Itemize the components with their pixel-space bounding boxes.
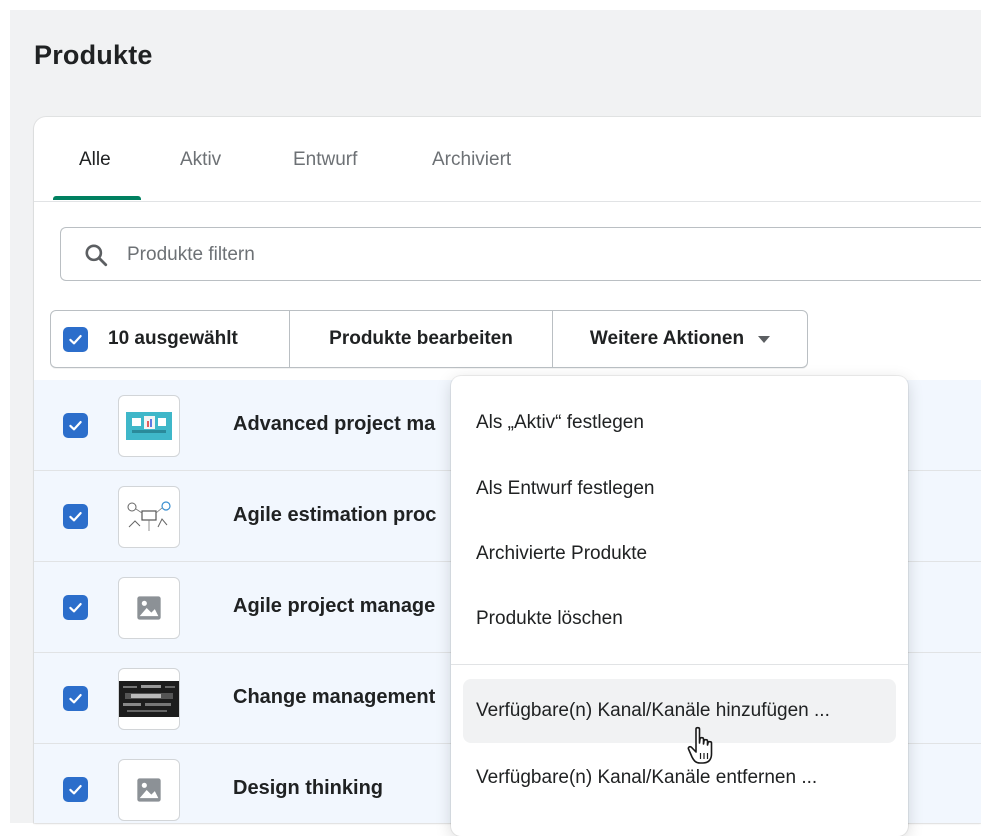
search-input[interactable] [125,228,929,282]
menu-item-set-draft[interactable]: Als Entwurf festlegen [463,457,896,521]
menu-item-delete[interactable]: Produkte löschen [463,587,896,651]
tab-entwurf[interactable]: Entwurf [293,149,357,171]
more-actions-menu: Als „Aktiv“ festlegen Als Entwurf festle… [451,376,908,836]
select-all-checkbox[interactable] [63,326,88,352]
edit-products-button[interactable]: Produkte bearbeiten [290,311,553,367]
checkmark-icon [69,511,82,522]
hand-pointer-cursor-icon [687,726,713,764]
menu-item-archive[interactable]: Archivierte Produkte [463,522,896,586]
tab-bar: Alle Aktiv Entwurf Archiviert [34,117,981,202]
active-tab-indicator [53,196,141,200]
word-cloud-thumbnail [118,668,180,730]
tab-aktiv[interactable]: Aktiv [180,149,221,171]
agile-sketch-thumbnail [118,486,180,548]
image-placeholder-thumbnail [118,759,180,821]
checkmark-icon [69,334,82,344]
search-field[interactable] [60,227,981,282]
more-actions-label: Weitere Aktionen [589,328,745,349]
dashboard-image-icon [126,412,172,440]
row-checkbox[interactable] [63,595,88,620]
word-cloud-icon [119,681,179,717]
product-title[interactable]: Advanced project ma [233,413,435,436]
select-all-toggle[interactable]: 10 ausgewählt [51,311,290,367]
search-icon [85,244,108,267]
checkmark-icon [69,784,82,795]
caret-down-icon [758,335,771,343]
dashboard-thumbnail [118,395,180,457]
page-title: Produkte [34,40,153,70]
image-placeholder-icon [137,596,161,620]
product-title[interactable]: Design thinking [233,777,383,800]
bulk-actions-bar: 10 ausgewählt Produkte bearbeiten Weiter… [50,310,808,368]
menu-item-remove-channels[interactable]: Verfügbare(n) Kanal/Kanäle entfernen ... [463,746,896,810]
row-checkbox[interactable] [63,777,88,802]
tab-archiviert[interactable]: Archiviert [432,149,511,171]
row-checkbox[interactable] [63,413,88,438]
row-checkbox[interactable] [63,504,88,529]
selected-count-label: 10 ausgewählt [108,328,238,349]
checkmark-icon [69,602,82,613]
tab-alle[interactable]: Alle [79,149,111,171]
menu-divider [451,664,908,665]
menu-item-set-active[interactable]: Als „Aktiv“ festlegen [463,391,896,455]
row-checkbox[interactable] [63,686,88,711]
product-title[interactable]: Agile project manage [233,595,435,618]
product-title[interactable]: Agile estimation proc [233,504,436,527]
checkmark-icon [69,693,82,704]
checkmark-icon [69,420,82,431]
image-placeholder-thumbnail [118,577,180,639]
menu-item-add-channels[interactable]: Verfügbare(n) Kanal/Kanäle hinzufügen ..… [463,679,896,743]
product-title[interactable]: Change management [233,686,435,709]
image-placeholder-icon [137,778,161,802]
agile-sketch-icon [127,501,171,531]
more-actions-button[interactable]: Weitere Aktionen [553,311,807,367]
